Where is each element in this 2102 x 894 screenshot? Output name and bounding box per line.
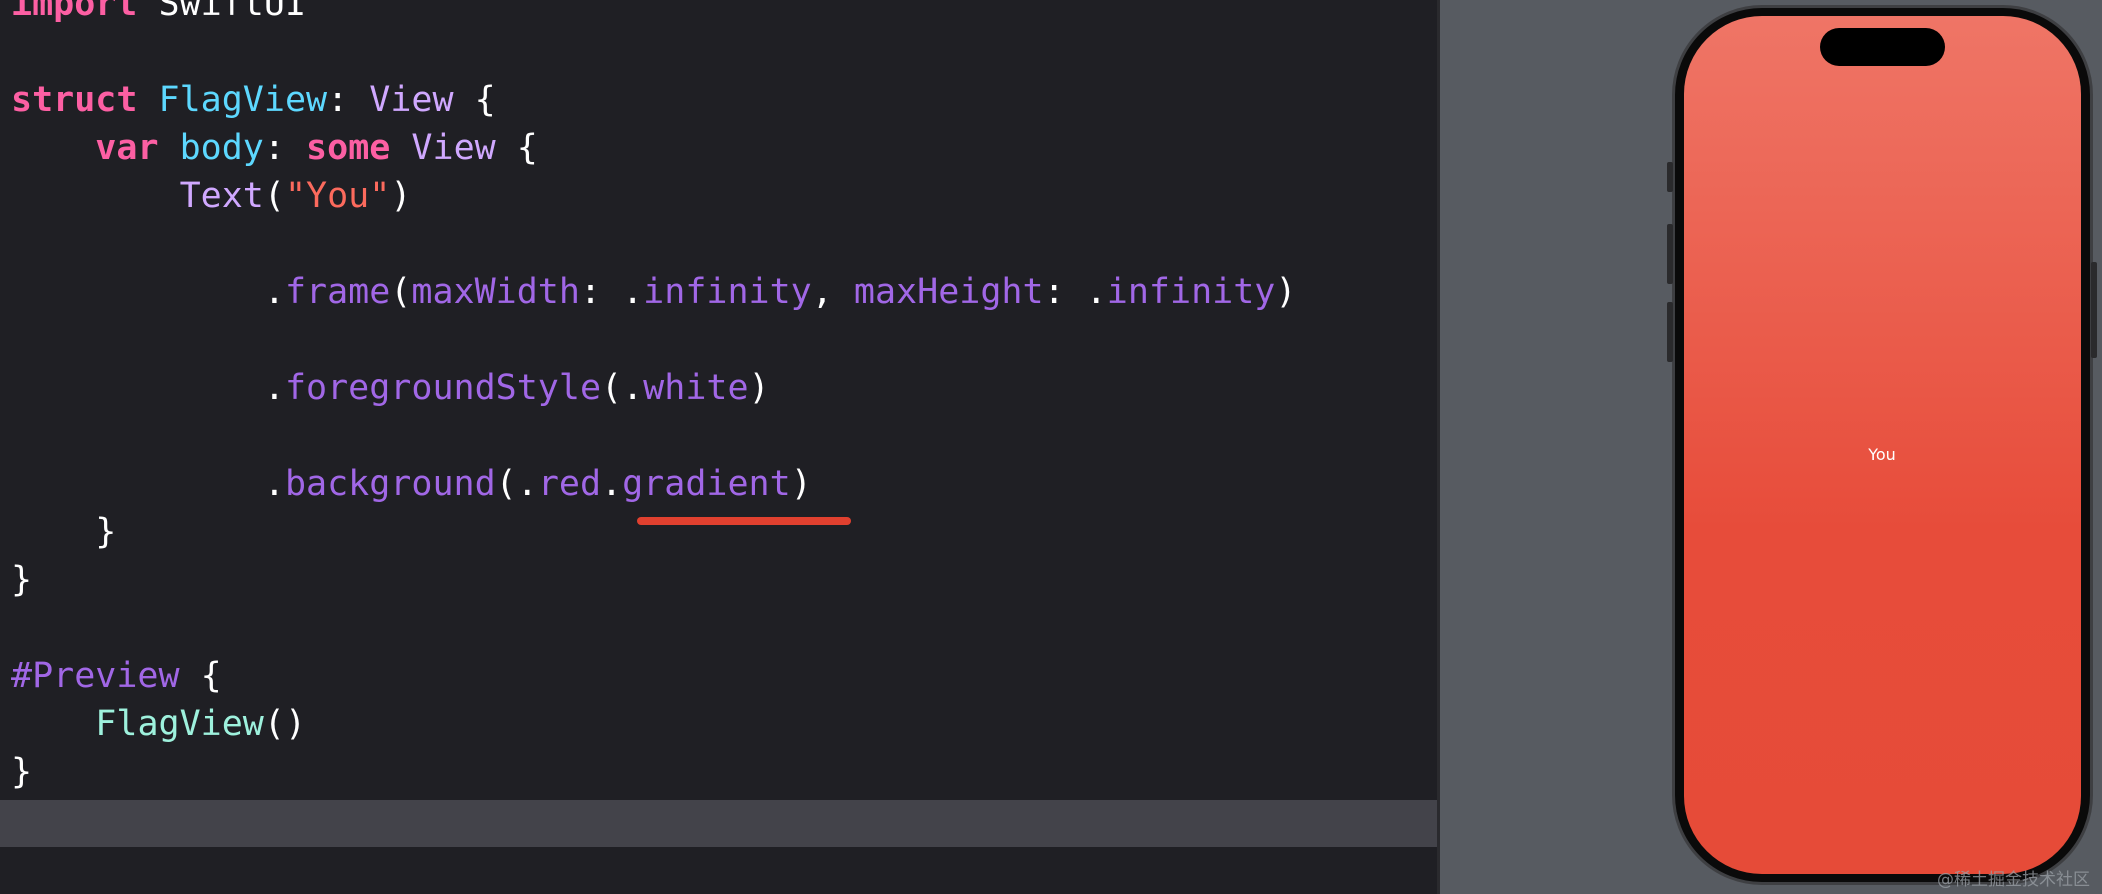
code-token: . — [601, 464, 623, 504]
code-token: FlagView — [158, 80, 328, 120]
code-token: #Preview — [11, 656, 180, 696]
current-line-highlight — [0, 800, 1439, 847]
power-button — [2091, 262, 2097, 358]
code-token: FlagView — [95, 704, 264, 744]
code-token: gradient — [622, 464, 791, 504]
code-token: } — [11, 512, 117, 552]
pane-divider[interactable] — [1437, 0, 1440, 894]
code-token: body — [179, 128, 264, 168]
code-token: . — [11, 368, 285, 408]
gradient-underline — [637, 517, 851, 525]
code-token: infinity — [1106, 272, 1276, 312]
code-line: FlagView() — [11, 702, 306, 746]
dynamic-island — [1820, 28, 1945, 66]
code-line: struct FlagView: View { — [11, 78, 496, 122]
code-token: () — [263, 704, 307, 744]
code-token: white — [643, 368, 749, 408]
code-token: red — [537, 464, 602, 504]
code-line: .frame(maxWidth: .infinity, maxHeight: .… — [11, 270, 1297, 314]
code-token: struct — [11, 80, 138, 120]
watermark: @稀土掘金技术社区 — [1937, 870, 2090, 890]
code-token: . — [11, 272, 285, 312]
code-token: } — [11, 752, 33, 792]
code-token: "You" — [284, 176, 391, 216]
code-token: { — [179, 656, 222, 696]
preview-text-you: You — [1868, 445, 1896, 464]
code-token: import — [11, 0, 138, 24]
code-token: (. — [601, 368, 644, 408]
code-line: } — [11, 750, 32, 794]
code-token: : — [263, 128, 307, 168]
code-token: { — [453, 80, 496, 120]
code-line: } — [11, 558, 32, 602]
code-token: SwiftUI — [137, 0, 307, 24]
code-token: some — [306, 128, 391, 168]
code-line: #Preview { — [11, 654, 222, 698]
code-token: infinity — [643, 272, 812, 312]
code-token: maxHeight — [853, 272, 1044, 312]
code-token: ) — [790, 464, 812, 504]
code-token: View — [411, 128, 496, 168]
code-token: : . — [1043, 272, 1107, 312]
code-token: ) — [748, 368, 770, 408]
code-token: frame — [284, 272, 391, 312]
code-line: var body: some View { — [11, 126, 538, 170]
code-line: Text("You") — [11, 174, 412, 218]
code-token: : — [327, 80, 370, 120]
code-line: .background(.red.gradient) — [11, 462, 812, 506]
code-token: maxWidth — [411, 272, 580, 312]
code-token: , — [811, 272, 854, 312]
code-token: View — [369, 80, 454, 120]
action-button — [1667, 162, 1673, 192]
volume-up-button — [1667, 224, 1673, 284]
code-token: ( — [263, 176, 285, 216]
code-token: . — [11, 464, 285, 504]
code-token: } — [11, 560, 33, 600]
code-token: (. — [495, 464, 538, 504]
code-token: { — [495, 128, 538, 168]
code-token: : . — [579, 272, 644, 312]
code-line: .foregroundStyle(.white) — [11, 366, 770, 410]
code-token: foregroundStyle — [284, 368, 602, 408]
code-line: } — [11, 510, 116, 554]
code-line: import SwiftUI — [11, 0, 306, 26]
code-token: background — [284, 464, 496, 504]
code-editor[interactable]: import SwiftUI struct FlagView: View { va… — [0, 0, 1439, 894]
volume-down-button — [1667, 302, 1673, 362]
code-token: Text — [179, 176, 264, 216]
code-token: var — [95, 128, 159, 168]
code-token: ( — [390, 272, 412, 312]
code-token: ) — [1275, 272, 1297, 312]
code-token: ) — [390, 176, 412, 216]
